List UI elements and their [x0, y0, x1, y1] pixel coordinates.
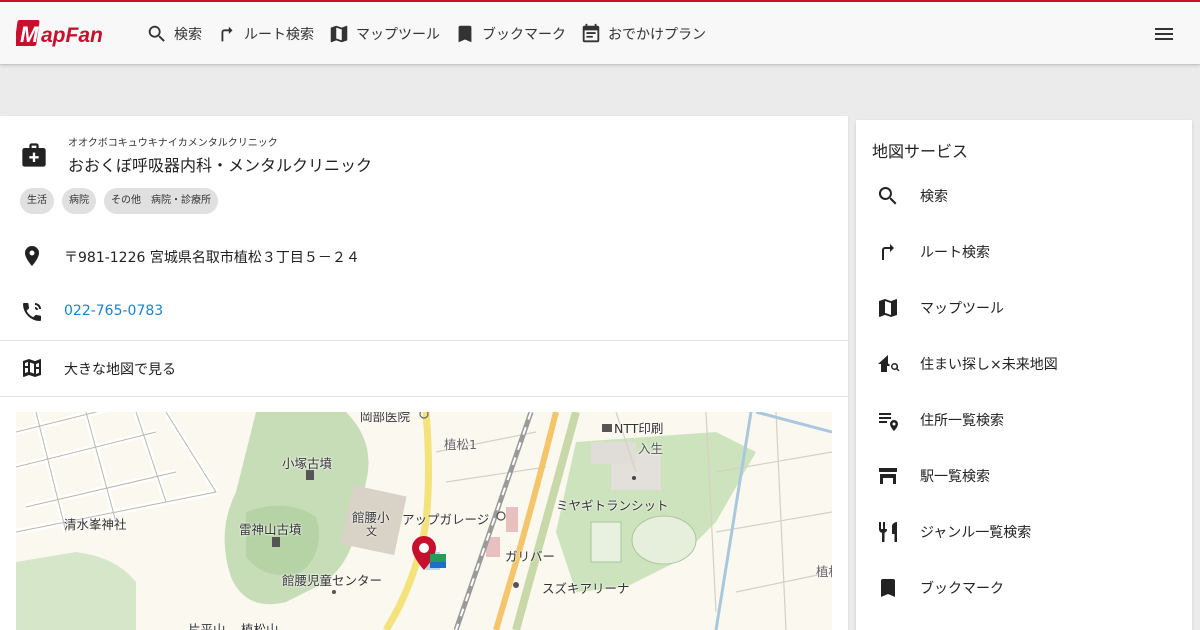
map-label: アップガレージ: [402, 512, 490, 527]
section-divider: [0, 340, 848, 341]
place-name: おおくぼ呼吸器内科・メンタルクリニック: [68, 156, 373, 175]
side-item-label: 住所一覧検索: [920, 413, 1004, 429]
nav-plan[interactable]: おでかけプラン: [580, 20, 706, 48]
place-category: [20, 141, 48, 169]
app-header: M apFan 検索 ルート検索 マップツール ブックマーク おでかけプラン: [0, 0, 1200, 65]
side-item-label: ブックマーク: [920, 581, 1004, 597]
panel-title: 地図サービス: [872, 142, 969, 161]
tag-chip[interactable]: 生活: [20, 188, 54, 214]
map-label: 岡部医院: [360, 412, 411, 424]
nav-maptool[interactable]: マップツール: [328, 20, 440, 48]
phone-row-icon: [20, 300, 44, 324]
map-icon: [330, 25, 348, 43]
side-item-route[interactable]: ルート検索: [856, 224, 1192, 280]
search-icon: [878, 187, 897, 205]
route-icon: [221, 26, 233, 42]
side-item-bookmark[interactable]: ブックマーク: [856, 560, 1192, 616]
restaurant-icon: [878, 522, 897, 542]
map-services-panel: 地図サービス 検索 ルート検索 マップツール 住まい探し×未来地図 住所一覧検索…: [856, 120, 1192, 630]
hospital-icon: [22, 143, 46, 167]
nav-maptool-label: マップツール: [356, 27, 440, 43]
address-list-icon: [879, 413, 898, 431]
location-map[interactable]: 岡部医院 植松1 NTT印刷 入生 小塚古墳 清水峯神社 雷神山古墳 館腰小 文…: [16, 412, 832, 630]
station-icon: [879, 468, 897, 484]
nav-route-label: ルート検索: [244, 27, 314, 43]
place-kana: オオクボコキュウキナイカメンタルクリニック: [68, 138, 278, 149]
map-label: 雷神山古墳: [239, 522, 302, 537]
map-expand-icon: [22, 359, 42, 377]
section-divider: [0, 396, 848, 397]
main-nav: 検索 ルート検索 マップツール ブックマーク おでかけプラン: [146, 20, 720, 48]
map-label: ガリバー: [505, 549, 556, 564]
svg-text:M: M: [20, 22, 39, 47]
house-search-icon: [878, 355, 900, 372]
side-item-maptool[interactable]: マップツール: [856, 280, 1192, 336]
category-tags: 生活 病院 その他 病院・診療所: [20, 188, 226, 214]
large-map-row-icon: [20, 356, 44, 380]
map-label: 片平山: [188, 622, 226, 630]
side-item-label: マップツール: [920, 301, 1004, 317]
hamburger-menu-icon: [1155, 28, 1173, 40]
map-label: 入生: [638, 441, 664, 456]
calendar-icon: [582, 23, 600, 43]
nav-search-label: 検索: [174, 27, 202, 43]
nav-search[interactable]: 検索: [146, 20, 202, 48]
tag-chip[interactable]: 病院: [62, 188, 96, 214]
map-label: 清水峯神社: [64, 517, 127, 532]
tag-chip[interactable]: その他 病院・診療所: [104, 188, 218, 214]
map-icon: [878, 299, 898, 317]
side-item-station[interactable]: 駅一覧検索: [856, 448, 1192, 504]
mapfan-logo[interactable]: M apFan: [16, 18, 124, 48]
phone-icon: [23, 303, 41, 321]
side-item-search[interactable]: 検索: [856, 168, 1192, 224]
map-label: 植松: [816, 564, 832, 579]
bookmark-icon: [458, 25, 472, 43]
side-item-label: 駅一覧検索: [920, 469, 990, 485]
nav-plan-label: おでかけプラン: [608, 27, 706, 43]
map-label: スズキアリーナ: [542, 581, 630, 596]
side-item-label: 住まい探し×未来地図: [920, 357, 1058, 373]
bookmark-icon: [881, 579, 895, 597]
map-label: 文: [366, 525, 377, 538]
map-label: 植松1: [444, 437, 477, 452]
map-label: 小塚古墳: [282, 456, 333, 471]
nav-bookmark-label: ブックマーク: [482, 27, 566, 43]
nav-route[interactable]: ルート検索: [216, 20, 314, 48]
nav-bookmark[interactable]: ブックマーク: [454, 20, 566, 48]
map-label: ミヤギトランシット: [556, 498, 669, 513]
svg-text:apFan: apFan: [41, 24, 103, 47]
location-pin-icon: [25, 246, 39, 266]
side-item-address[interactable]: 住所一覧検索: [856, 392, 1192, 448]
side-item-label: 検索: [920, 189, 948, 205]
address-text: 〒981-1226 宮城県名取市植松３丁目５－２４: [64, 250, 360, 266]
map-label: NTT印刷: [614, 421, 664, 436]
map-label: 植松山: [241, 622, 279, 630]
map-label: 館腰児童センター: [282, 573, 383, 588]
large-map-link[interactable]: 大きな地図で見る: [64, 359, 176, 379]
hamburger-menu-button[interactable]: [1152, 22, 1176, 46]
side-item-genre[interactable]: ジャンル一覧検索: [856, 504, 1192, 560]
route-icon: [882, 244, 894, 260]
side-item-house[interactable]: 住まい探し×未来地図: [856, 336, 1192, 392]
phone-link[interactable]: 022-765-0783: [64, 303, 163, 319]
side-item-label: ジャンル一覧検索: [920, 525, 1032, 541]
address-row-icon: [20, 244, 44, 268]
search-icon: [148, 25, 165, 42]
side-item-label: ルート検索: [920, 245, 990, 261]
